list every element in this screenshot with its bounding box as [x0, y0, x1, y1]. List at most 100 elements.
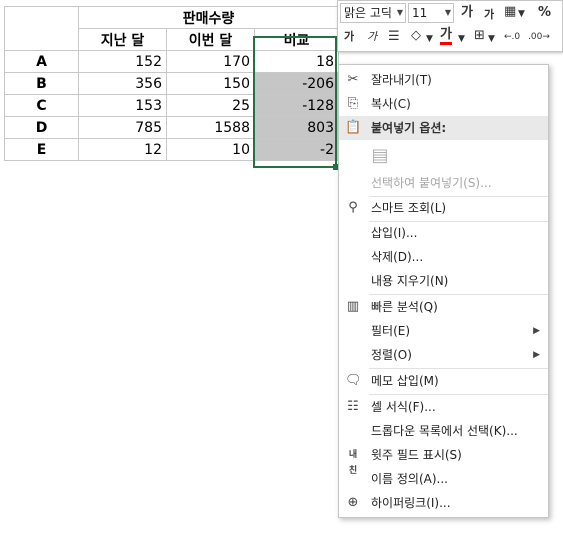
table-row: A 152 170 18	[4, 50, 339, 73]
cell-compare[interactable]: -2	[254, 138, 339, 161]
chevron-down-icon[interactable]: ▼	[458, 30, 465, 48]
chevron-down-icon: ▼	[396, 8, 403, 17]
menu-item-label: 내용 지우기(N)	[371, 274, 449, 288]
row-label[interactable]: B	[4, 72, 79, 95]
sales-table: 판매수량 지난 달 이번 달 비교 A 152 170 18 B 356 150…	[4, 6, 339, 161]
row-label[interactable]: E	[4, 138, 79, 161]
menu-item-quick-analysis[interactable]: ▥ 빠른 분석(Q)	[339, 295, 548, 319]
percent-button[interactable]: %	[538, 4, 551, 22]
table-row: C 153 25 -128	[4, 94, 339, 117]
paste-option-row: ▤	[339, 143, 548, 169]
menu-item-label: 이름 정의(A)...	[371, 472, 448, 486]
submenu-arrow-icon: ▶	[533, 326, 540, 336]
menu-item-label: 하이퍼링크(I)...	[371, 496, 451, 510]
column-header-this-month[interactable]: 이번 달	[166, 28, 255, 51]
cell-last-month[interactable]: 152	[78, 50, 167, 73]
cell-this-month[interactable]: 1588	[166, 116, 255, 139]
clipboard-icon[interactable]: ▤	[369, 145, 391, 167]
menu-item-label: 셀 서식(F)...	[371, 400, 436, 414]
row-label[interactable]: D	[4, 116, 79, 139]
row-label[interactable]: C	[4, 94, 79, 117]
clipboard-icon: 📋	[345, 120, 362, 135]
table-row: B 356 150 -206	[4, 72, 339, 95]
menu-item-sort[interactable]: 정렬(O) ▶	[339, 343, 548, 367]
corner-cell[interactable]	[4, 6, 79, 51]
menu-item-format-cells[interactable]: ☷ 셀 서식(F)...	[339, 395, 548, 419]
table-row: D 785 1588 803	[4, 116, 339, 139]
cell-last-month[interactable]: 356	[78, 72, 167, 95]
align-center-icon[interactable]: ☰	[388, 28, 400, 46]
menu-item-label: 스마트 조회(L)	[371, 201, 447, 215]
borders-icon[interactable]: ⊞	[474, 27, 485, 45]
menu-item-insert[interactable]: 삽입(I)...	[339, 221, 548, 245]
menu-item-smart-lookup[interactable]: ⚲ 스마트 조회(L)	[339, 196, 548, 220]
menu-item-insert-comment[interactable]: 🗨 메모 삽입(M)	[339, 369, 548, 393]
grow-font-button[interactable]: 가	[461, 4, 473, 22]
worksheet: 판매수량 지난 달 이번 달 비교 A 152 170 18 B 356 150…	[4, 6, 339, 161]
mini-toolbar: 맑은 고딕 ▼ 11 ▼ 가 가 ▦ ▼ % 가 가 ☰ ◇ ▼ 가 ▼ ⊞ ▼…	[337, 0, 563, 52]
format-cells-icon: ☷	[347, 399, 359, 414]
font-color-button[interactable]: 가	[440, 27, 452, 45]
menu-item-paste-special: 선택하여 붙여넣기(S)...	[339, 171, 548, 195]
cell-compare[interactable]: -206	[254, 72, 339, 95]
cell-last-month[interactable]: 153	[78, 94, 167, 117]
menu-item-label: 잘라내기(T)	[371, 73, 432, 87]
bold-button[interactable]: 가	[344, 28, 354, 46]
menu-item-label: 드롭다운 목록에서 선택(K)...	[371, 424, 518, 438]
chevron-down-icon[interactable]: ▼	[488, 30, 495, 48]
menu-item-filter[interactable]: 필터(E) ▶	[339, 319, 548, 343]
submenu-arrow-icon: ▶	[533, 350, 540, 360]
menu-item-label: 윗주 필드 표시(S)	[371, 448, 462, 462]
column-header-compare[interactable]: 비교	[254, 28, 339, 51]
table-row: E 12 10 -2	[4, 138, 339, 161]
menu-item-label: 삭제(D)...	[371, 250, 424, 264]
menu-item-pick-from-list[interactable]: 드롭다운 목록에서 선택(K)...	[339, 419, 548, 443]
font-name-combo[interactable]: 맑은 고딕 ▼	[340, 3, 406, 23]
menu-item-label: 복사(C)	[371, 97, 411, 111]
menu-item-label: 선택하여 붙여넣기(S)...	[371, 176, 492, 190]
search-icon: ⚲	[348, 200, 358, 215]
phonetic-icon: 내친	[348, 450, 358, 476]
menu-item-define-name[interactable]: 이름 정의(A)...	[339, 467, 548, 491]
menu-item-label: 빠른 분석(Q)	[371, 300, 438, 314]
menu-item-cut[interactable]: ✂ 잘라내기(T)	[339, 68, 548, 92]
fill-color-icon[interactable]: ◇	[411, 27, 421, 45]
menu-item-copy[interactable]: ⎘ 복사(C)	[339, 92, 548, 116]
font-name-value: 맑은 고딕	[344, 6, 392, 20]
cell-this-month[interactable]: 150	[166, 72, 255, 95]
menu-item-label: 붙여넣기 옵션:	[371, 121, 447, 135]
column-header-last-month[interactable]: 지난 달	[78, 28, 167, 51]
cell-compare[interactable]: 18	[254, 50, 339, 73]
cell-styles-icon[interactable]: ▦	[504, 3, 516, 21]
menu-item-paste-options: 📋 붙여넣기 옵션:	[339, 116, 548, 140]
increase-decimal-button[interactable]: ←.0	[504, 28, 520, 46]
cell-this-month[interactable]: 10	[166, 138, 255, 161]
italic-button[interactable]: 가	[367, 28, 377, 46]
menu-item-phonetic[interactable]: 내친 윗주 필드 표시(S)	[339, 443, 548, 476]
menu-item-delete[interactable]: 삭제(D)...	[339, 245, 548, 269]
context-menu: ✂ 잘라내기(T) ⎘ 복사(C) 📋 붙여넣기 옵션: ▤ 선택하여 붙여넣기…	[338, 64, 549, 518]
chevron-down-icon: ▼	[444, 8, 451, 17]
shrink-font-button[interactable]: 가	[484, 6, 494, 24]
font-size-value: 11	[412, 6, 428, 20]
group-header-cell[interactable]: 판매수량	[78, 6, 339, 29]
menu-item-hyperlink[interactable]: ⊕ 하이퍼링크(I)...	[339, 491, 548, 515]
quick-analysis-icon: ▥	[346, 299, 360, 314]
scissors-icon: ✂	[347, 72, 359, 87]
link-icon: ⊕	[347, 495, 359, 510]
cell-last-month[interactable]: 785	[78, 116, 167, 139]
menu-item-label: 필터(E)	[371, 324, 411, 338]
row-label[interactable]: A	[4, 50, 79, 73]
cell-this-month[interactable]: 25	[166, 94, 255, 117]
decrease-decimal-button[interactable]: .00→	[528, 28, 550, 46]
copy-icon: ⎘	[347, 96, 359, 111]
cell-last-month[interactable]: 12	[78, 138, 167, 161]
cell-this-month[interactable]: 170	[166, 50, 255, 73]
cell-compare[interactable]: 803	[254, 116, 339, 139]
cell-compare[interactable]: -128	[254, 94, 339, 117]
chevron-down-icon[interactable]: ▼	[518, 5, 525, 23]
menu-item-label: 정렬(O)	[371, 348, 412, 362]
font-size-combo[interactable]: 11 ▼	[408, 3, 454, 23]
chevron-down-icon[interactable]: ▼	[426, 30, 433, 48]
menu-item-clear-contents[interactable]: 내용 지우기(N)	[339, 269, 548, 293]
